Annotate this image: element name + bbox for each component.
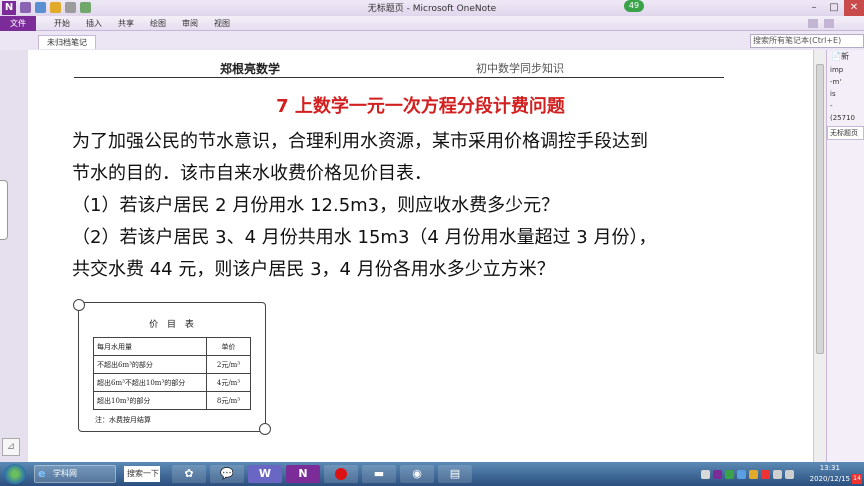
pinwheel-app-icon[interactable]: ✿: [172, 465, 206, 483]
expand-ribbon-icon[interactable]: [808, 19, 818, 28]
scroll-curl-icon: [259, 423, 271, 435]
close-icon[interactable]: ✕: [844, 0, 864, 16]
folder-icon[interactable]: ▬: [362, 465, 396, 483]
pane-snippet: is: [830, 90, 836, 98]
scroll-curl-icon: [73, 299, 85, 311]
pane-snippet: (25710: [830, 114, 855, 122]
taskbar-ie-label: 学科网: [53, 469, 77, 478]
tray-icon[interactable]: [761, 470, 770, 479]
section-bar: 未归档笔记 搜索所有笔记本(Ctrl+E): [0, 31, 864, 50]
problem-text: 为了加强公民的节水意识，合理利用水资源，某市采用价格调控手段达到 节水的目的．该…: [72, 126, 772, 286]
minimize-icon[interactable]: –: [804, 0, 824, 16]
help-icon[interactable]: [824, 19, 834, 28]
files-icon[interactable]: ▤: [438, 465, 472, 483]
problem-line: （1）若该户居民 2 月份用水 12.5m3，则应收水费多少元？: [72, 195, 560, 216]
taskbar: e 学科网 搜索一下 ✿ 💬 W N ▬ ◉ ▤ 13:31 2020/12/1…: [0, 462, 864, 486]
navigation-handle[interactable]: [0, 180, 8, 240]
clock[interactable]: 13:31 2020/12/15: [810, 463, 850, 485]
tray-icon[interactable]: [701, 470, 710, 479]
problem-line: 节水的目的．该市自来水收费价格见价目表．: [72, 163, 432, 184]
section-tab-unfiled[interactable]: 未归档笔记: [38, 35, 96, 49]
table-cell: 不超出6m³的部分: [93, 355, 207, 374]
tab-share[interactable]: 共享: [110, 16, 142, 31]
tray-icon[interactable]: [725, 470, 734, 479]
note-page[interactable]: 郑根亮数学 初中数学同步知识 7 上数学一元一次方程分段计费问题 为了加强公民的…: [28, 50, 813, 462]
tray-icon[interactable]: [713, 470, 722, 479]
page-header-author: 郑根亮数学: [220, 62, 281, 76]
taskbar-ie-button[interactable]: e 学科网: [34, 465, 116, 483]
page-header-subject: 初中数学同步知识: [476, 62, 564, 75]
page-title: 7 上数学一元一次方程分段计费问题: [276, 96, 565, 117]
page-list-item[interactable]: 无标题页: [827, 126, 864, 140]
tab-view[interactable]: 视图: [206, 16, 238, 31]
start-button[interactable]: [4, 464, 26, 484]
system-tray: [701, 466, 794, 479]
pane-snippet: imp: [830, 66, 844, 74]
new-page-label: 新: [840, 52, 849, 61]
table-note: 注：水费按月结算: [95, 416, 151, 424]
column-header: 每月水用量: [93, 337, 207, 356]
ie-icon: e: [38, 467, 46, 480]
tray-icon[interactable]: [737, 470, 746, 479]
onenote-taskbar-icon[interactable]: N: [286, 465, 320, 483]
table-cell: 2元/m³: [206, 355, 251, 374]
notification-count[interactable]: 14: [852, 474, 862, 484]
corner-tool-icon[interactable]: ⊿: [2, 438, 20, 456]
record-icon[interactable]: [324, 465, 358, 483]
wps-icon[interactable]: W: [248, 465, 282, 483]
clock-date: 2020/12/15: [809, 475, 850, 483]
new-page-button[interactable]: 📄新: [827, 50, 864, 64]
ribbon-controls: [808, 19, 834, 28]
ribbon: 文件 开始 插入 共享 绘图 审阅 视图: [0, 16, 864, 31]
table-header-row: 每月水用量 单价: [93, 337, 251, 356]
notification-badge: 49: [624, 0, 644, 12]
tab-draw[interactable]: 绘图: [142, 16, 174, 31]
page-list-pane: 📄新 imp -m' is - (25710 无标题页: [826, 50, 864, 462]
table-row: 超出10m³的部分 8元/m³: [93, 391, 251, 410]
title-bar: N 无标题页 - Microsoft OneNote 49 – □ ✕: [0, 0, 864, 16]
taskbar-search-button[interactable]: 搜索一下: [124, 466, 160, 482]
price-table: 每月水用量 单价 不超出6m³的部分 2元/m³ 超出6m³不超出10m³的部分…: [93, 337, 251, 410]
scrollbar-thumb[interactable]: [816, 64, 824, 354]
wechat-icon[interactable]: 💬: [210, 465, 244, 483]
ribbon-tabs: 开始 插入 共享 绘图 审阅 视图: [46, 16, 238, 31]
column-header: 单价: [206, 337, 251, 356]
table-row: 超出6m³不超出10m³的部分 4元/m³: [93, 373, 251, 392]
problem-line: 为了加强公民的节水意识，合理利用水资源，某市采用价格调控手段达到: [72, 131, 648, 152]
tray-icon[interactable]: [749, 470, 758, 479]
tab-review[interactable]: 审阅: [174, 16, 206, 31]
price-list-scroll: 价 目 表 每月水用量 单价 不超出6m³的部分 2元/m³ 超出6m³不超出1…: [73, 299, 271, 435]
pane-snippet: -m': [830, 78, 842, 86]
taskbar-apps: ✿ 💬 W N ▬ ◉ ▤: [172, 465, 472, 483]
table-cell: 超出10m³的部分: [93, 391, 207, 410]
maximize-icon[interactable]: □: [824, 0, 844, 16]
price-list-title: 价 目 表: [149, 320, 197, 330]
left-strip: [0, 50, 28, 462]
volume-icon[interactable]: [785, 470, 794, 479]
table-cell: 8元/m³: [206, 391, 251, 410]
tab-insert[interactable]: 插入: [78, 16, 110, 31]
problem-line: 共交水费 44 元，则该户居民 3，4 月份各用水多少立方米？: [72, 259, 555, 280]
header-divider: [74, 77, 724, 78]
network-icon[interactable]: [773, 470, 782, 479]
window-title: 无标题页 - Microsoft OneNote: [367, 4, 497, 14]
table-cell: 超出6m³不超出10m³的部分: [93, 373, 207, 392]
window-controls: – □ ✕: [804, 0, 864, 16]
table-cell: 4元/m³: [206, 373, 251, 392]
problem-line: （2）若该户居民 3、4 月份共用水 15m3（4 月份用水量超过 3 月份），: [72, 227, 657, 248]
table-row: 不超出6m³的部分 2元/m³: [93, 355, 251, 374]
search-input[interactable]: 搜索所有笔记本(Ctrl+E): [750, 34, 864, 48]
tab-home[interactable]: 开始: [46, 16, 78, 31]
chrome-icon[interactable]: ◉: [400, 465, 434, 483]
clock-time: 13:31: [819, 464, 840, 472]
pane-snippet: -: [830, 102, 833, 110]
file-tab[interactable]: 文件: [0, 16, 36, 31]
vertical-scrollbar[interactable]: [813, 50, 826, 462]
